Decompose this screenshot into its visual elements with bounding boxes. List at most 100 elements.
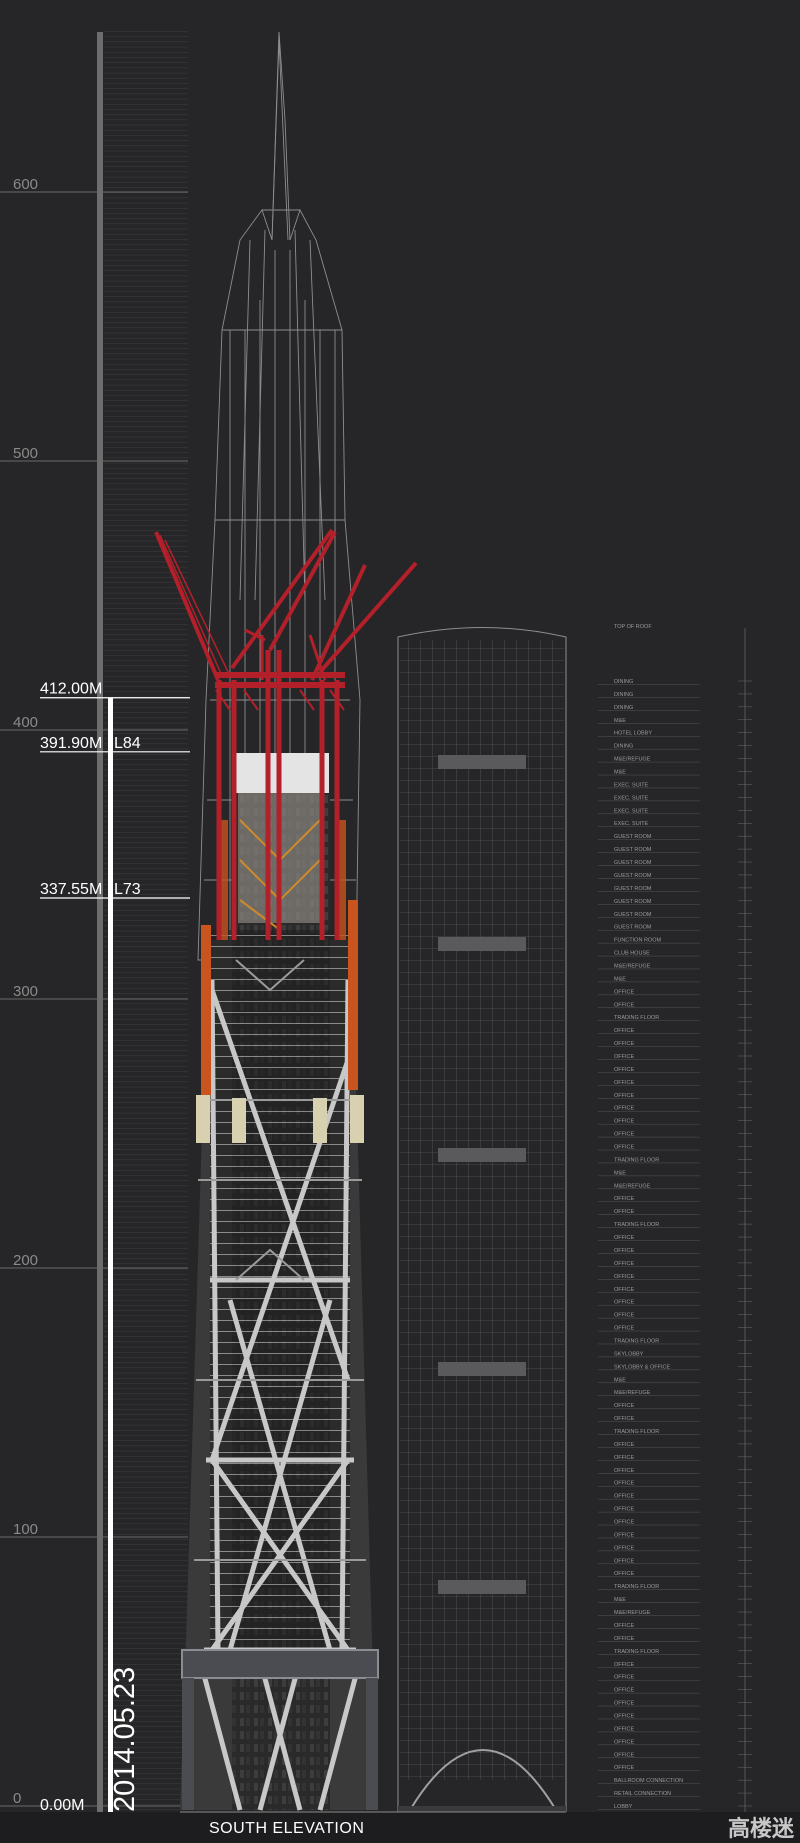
level-marker-label: 412.00M [40, 681, 102, 698]
schedule-top-label: TOP OF ROOF [614, 624, 652, 630]
schedule-row-label: OFFICE [614, 1636, 634, 1642]
schedule-row-label: RETAIL CONNECTION [614, 1791, 671, 1797]
schedule-row-label: OFFICE [614, 1041, 634, 1047]
schedule-row-label: GUEST ROOM [614, 873, 652, 879]
schedule-row-label: EXEC. SUITE [614, 808, 649, 814]
schedule-row-label: LOBBY [614, 1804, 633, 1810]
schedule-row-label: GUEST ROOM [614, 886, 652, 892]
scale-tick-label: 200 [13, 1252, 38, 1269]
schedule-row-label: OFFICE [614, 1132, 634, 1138]
schedule-row-label: FUNCTION ROOM [614, 938, 661, 944]
schedule-row-label: OFFICE [614, 1688, 634, 1694]
schedule-row-label: OFFICE [614, 1119, 634, 1125]
schedule-row-label: OFFICE [614, 1545, 634, 1551]
level-marker-label: 0.00M [40, 1797, 84, 1814]
schedule-row-label: OFFICE [614, 1313, 634, 1319]
progress-bar [108, 697, 113, 1812]
schedule-row-label: OFFICE [614, 1300, 634, 1306]
schedule-row-label: BALLROOM CONNECTION [614, 1778, 683, 1784]
schedule-row-label: OFFICE [614, 1080, 634, 1086]
progress-date-label: 2014.05.23 [109, 1667, 141, 1812]
schedule-row-label: TRADING FLOOR [614, 1157, 659, 1163]
schedule-row-label: OFFICE [614, 1287, 634, 1293]
schedule-row-label: M&E/REFUGE [614, 963, 651, 969]
floor-schedule-table: TOP OF ROOF DINING DINING DINING M&E HOTEL L… [598, 624, 752, 1812]
schedule-row-label: OFFICE [614, 1455, 634, 1461]
schedule-row-label: GUEST ROOM [614, 899, 652, 905]
schedule-row-label: M&E [614, 1377, 626, 1383]
scale-tick-label: 600 [13, 176, 38, 193]
main-tower [154, 31, 418, 1811]
schedule-row-label: OFFICE [614, 1752, 634, 1758]
horizontal-lines-background [104, 30, 188, 1810]
schedule-row-label: OFFICE [614, 1675, 634, 1681]
level-floor-label: L73 [114, 881, 141, 898]
schedule-row-label: OFFICE [614, 1145, 634, 1151]
schedule-row-label: M&E/REFUGE [614, 757, 651, 763]
schedule-row-label: TRADING FLOOR [614, 1429, 659, 1435]
drawing-caption: SOUTH ELEVATION [209, 1820, 364, 1837]
schedule-row-label: DINING [614, 705, 633, 711]
schedule-row-label: OFFICE [614, 1507, 634, 1513]
adjacent-tower [397, 627, 567, 1813]
schedule-row-label: GUEST ROOM [614, 860, 652, 866]
scale-axis: 600 500 400 300 200 100 0 412.00M 391.90M L84 337… [0, 30, 190, 1814]
schedule-row-label: M&E/REFUGE [614, 1610, 651, 1616]
schedule-row-label: OFFICE [614, 1571, 634, 1577]
schedule-row-label: OFFICE [614, 1054, 634, 1060]
scale-tick-label: 0 [13, 1790, 21, 1807]
schedule-row-label: OFFICE [614, 1093, 634, 1099]
schedule-row-label: OFFICE [614, 1235, 634, 1241]
schedule-row-label: OFFICE [614, 1248, 634, 1254]
level-marker-label: 391.90M [40, 735, 102, 752]
schedule-row-label: OFFICE [614, 1558, 634, 1564]
schedule-row-label: OFFICE [614, 1274, 634, 1280]
schedule-row-label: OFFICE [614, 1403, 634, 1409]
outrigger-belt-truss [181, 1649, 379, 1679]
schedule-row-label: M&E/REFUGE [614, 1390, 651, 1396]
schedule-row-label: TRADING FLOOR [614, 1584, 659, 1590]
schedule-row-label: CLUB HOUSE [614, 951, 650, 957]
schedule-row-label: OFFICE [614, 1532, 634, 1538]
schedule-row-label: OFFICE [614, 1765, 634, 1771]
vertical-scale-bar [97, 32, 103, 1812]
schedule-row-label: M&E/REFUGE [614, 1183, 651, 1189]
scale-tick-label: 500 [13, 445, 38, 462]
schedule-row-label: OFFICE [614, 1481, 634, 1487]
schedule-row-label: OFFICE [614, 1623, 634, 1629]
south-elevation-drawing: 600 500 400 300 200 100 0 412.00M 391.90M L84 337… [0, 30, 800, 1843]
schedule-row-label: GUEST ROOM [614, 834, 652, 840]
level-marker-label: 337.55M [40, 881, 102, 898]
schedule-row-label: EXEC. SUITE [614, 795, 649, 801]
schedule-row-label: M&E [614, 1597, 626, 1603]
scale-tick-label: 100 [13, 1521, 38, 1538]
schedule-row-label: DINING [614, 692, 633, 698]
schedule-row-label: OFFICE [614, 1416, 634, 1422]
schedule-row-label: OFFICE [614, 1662, 634, 1668]
scale-tick-label: 300 [13, 983, 38, 1000]
adjacent-tower-grid [400, 640, 564, 1780]
schedule-row-label: GUEST ROOM [614, 925, 652, 931]
schedule-row-label: SKYLOBBY [614, 1351, 644, 1357]
schedule-row-label: OFFICE [614, 1209, 634, 1215]
watermark-logo: 高楼迷 [728, 1816, 795, 1841]
schedule-row-label: DINING [614, 744, 633, 750]
schedule-row-label: OFFICE [614, 1326, 634, 1332]
schedule-row-label: OFFICE [614, 1468, 634, 1474]
schedule-row-label: TRADING FLOOR [614, 1649, 659, 1655]
schedule-row-label: OFFICE [614, 1494, 634, 1500]
schedule-row-label: OFFICE [614, 1028, 634, 1034]
schedule-row-label: OFFICE [614, 1520, 634, 1526]
ground-strip [0, 1812, 800, 1843]
schedule-row-label: OFFICE [614, 1067, 634, 1073]
schedule-row-label: OFFICE [614, 1739, 634, 1745]
schedule-row-label: OFFICE [614, 1261, 634, 1267]
schedule-row-label: OFFICE [614, 1701, 634, 1707]
schedule-row-label: M&E [614, 770, 626, 776]
schedule-row-label: SKYLOBBY & OFFICE [614, 1364, 670, 1370]
schedule-row-label: EXEC. SUITE [614, 821, 649, 827]
schedule-row-label: EXEC. SUITE [614, 782, 649, 788]
level-floor-label: L84 [114, 735, 141, 752]
schedule-row-label: OFFICE [614, 1713, 634, 1719]
schedule-row-label: TRADING FLOOR [614, 1338, 659, 1344]
